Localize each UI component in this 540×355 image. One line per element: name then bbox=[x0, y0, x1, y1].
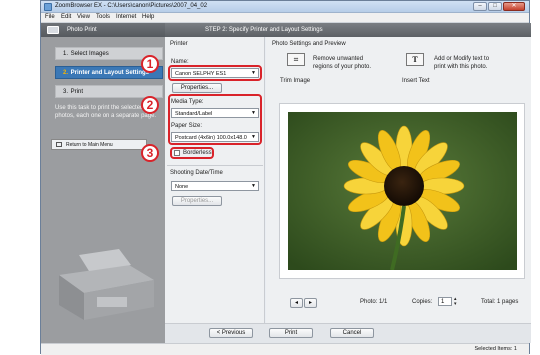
callout-3-marker: 3 bbox=[141, 144, 159, 162]
chevron-down-icon: ▼ bbox=[251, 183, 256, 189]
settings-panel: Printer Name: Canon SELPHY ES1 ▼ Propert… bbox=[165, 37, 265, 323]
copies-label: Copies: bbox=[412, 299, 433, 305]
preview-section-title: Photo Settings and Preview bbox=[272, 41, 346, 47]
callout-3-highlight bbox=[170, 147, 214, 159]
total-pages: Total: 1 pages bbox=[481, 299, 519, 305]
menu-view[interactable]: View bbox=[77, 14, 90, 20]
return-icon bbox=[56, 142, 62, 147]
window-title: ZoomBrowser EX - C:\Users\canon\Pictures… bbox=[55, 3, 208, 9]
prev-photo-button[interactable]: ◂ bbox=[290, 298, 303, 308]
menu-file[interactable]: File bbox=[45, 14, 55, 20]
sidebar-title: Photo Print bbox=[67, 27, 97, 33]
preview-panel: Photo Settings and Preview ⌗ Trim Image … bbox=[266, 37, 531, 323]
step-number: 2. bbox=[63, 70, 69, 76]
action-bar: < Previous Print Cancel bbox=[165, 323, 531, 343]
step-header: STEP 2: Specify Printer and Layout Setti… bbox=[165, 23, 531, 37]
shooting-date-section-label: Shooting Date/Time bbox=[170, 170, 223, 176]
trim-image-description: Remove unwanted regions of your photo. bbox=[313, 56, 372, 70]
app-window: ZoomBrowser EX - C:\Users\canon\Pictures… bbox=[40, 0, 531, 355]
title-bar: ZoomBrowser EX - C:\Users\canon\Pictures… bbox=[41, 1, 529, 13]
chevron-left-icon: ◂ bbox=[294, 300, 298, 306]
photo-print-icon bbox=[47, 26, 59, 34]
menu-help[interactable]: Help bbox=[142, 14, 154, 20]
shooting-date-select[interactable]: None ▼ bbox=[171, 181, 259, 191]
divider bbox=[167, 165, 263, 166]
minimize-button[interactable]: – bbox=[473, 2, 487, 11]
printer-properties-button[interactable]: Properties... bbox=[172, 83, 222, 93]
callout-2-highlight bbox=[168, 94, 262, 145]
step-number: 3. bbox=[63, 89, 69, 95]
print-preview bbox=[279, 103, 525, 279]
trim-image-label: Trim Image bbox=[280, 78, 311, 84]
shooting-date-properties-button[interactable]: Properties... bbox=[172, 196, 222, 206]
app-icon bbox=[44, 3, 52, 11]
print-button[interactable]: Print bbox=[269, 328, 313, 338]
menu-edit[interactable]: Edit bbox=[61, 14, 71, 20]
maximize-button[interactable]: □ bbox=[488, 2, 502, 11]
copies-input[interactable]: 1 bbox=[438, 297, 452, 306]
printer-section-label: Printer bbox=[170, 41, 188, 47]
return-label: Return to Main Menu bbox=[66, 142, 113, 148]
insert-text-description: Add or Modify text to print with this ph… bbox=[434, 56, 490, 70]
step-label: Select Images bbox=[70, 51, 109, 57]
shooting-date-value: None bbox=[175, 183, 189, 190]
status-bar: Selected Items: 1 bbox=[41, 343, 529, 355]
copies-stepper[interactable]: ▴ ▾ bbox=[454, 297, 457, 307]
printer-illustration bbox=[59, 249, 154, 320]
next-photo-button[interactable]: ▸ bbox=[304, 298, 317, 308]
preview-photo bbox=[288, 112, 517, 270]
status-selected-items: Selected Items: 1 bbox=[474, 346, 518, 352]
step-label: Printer and Layout Settings bbox=[70, 70, 150, 76]
callout-1-marker: 1 bbox=[141, 55, 159, 73]
menu-internet[interactable]: Internet bbox=[116, 14, 136, 20]
previous-button[interactable]: < Previous bbox=[209, 328, 253, 338]
insert-text-button[interactable]: T bbox=[406, 53, 424, 66]
callout-1-highlight bbox=[168, 65, 262, 81]
menu-bar: File Edit View Tools Internet Help bbox=[41, 13, 529, 23]
close-button[interactable]: ✕ bbox=[503, 2, 525, 11]
step-number: 1. bbox=[63, 51, 69, 57]
chevron-right-icon: ▸ bbox=[308, 300, 312, 306]
return-to-main-menu-button[interactable]: Return to Main Menu bbox=[51, 139, 147, 150]
step-label: Print bbox=[70, 89, 84, 95]
cancel-button[interactable]: Cancel bbox=[330, 328, 374, 338]
text-icon: T bbox=[412, 55, 418, 64]
menu-tools[interactable]: Tools bbox=[96, 14, 110, 20]
photo-counter: Photo: 1/1 bbox=[360, 299, 388, 305]
trim-image-button[interactable]: ⌗ bbox=[287, 53, 305, 66]
insert-text-label: Insert Text bbox=[402, 78, 430, 84]
crop-icon: ⌗ bbox=[293, 55, 299, 64]
callout-2-marker: 2 bbox=[141, 96, 159, 114]
sidebar-header: Photo Print bbox=[41, 23, 165, 37]
